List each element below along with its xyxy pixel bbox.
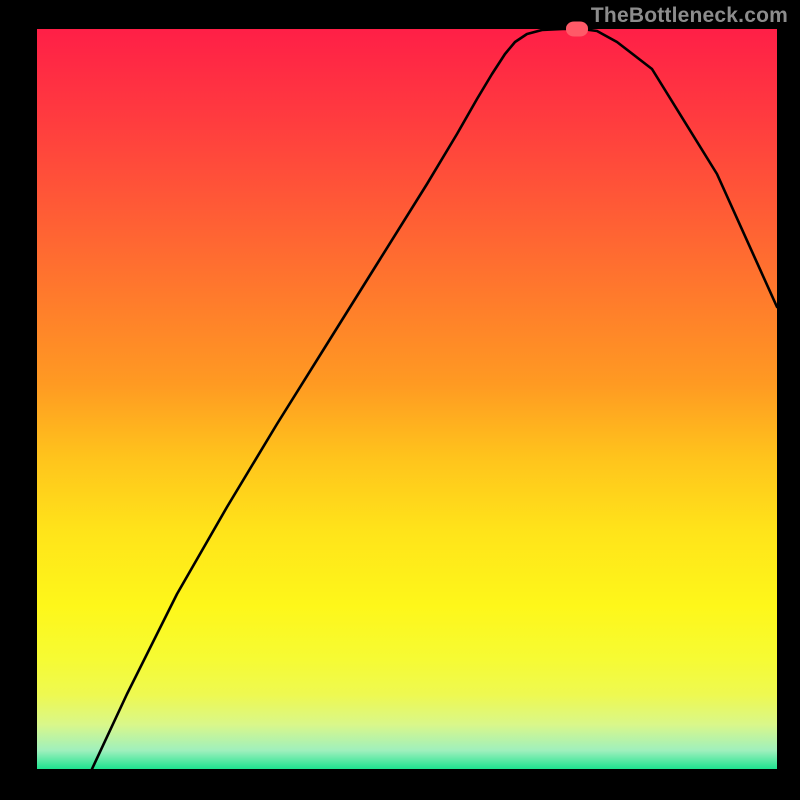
optimum-marker: [566, 22, 588, 37]
gradient-plot-background: [37, 29, 777, 769]
chart-frame: TheBottleneck.com: [0, 0, 800, 800]
source-watermark: TheBottleneck.com: [591, 4, 788, 28]
